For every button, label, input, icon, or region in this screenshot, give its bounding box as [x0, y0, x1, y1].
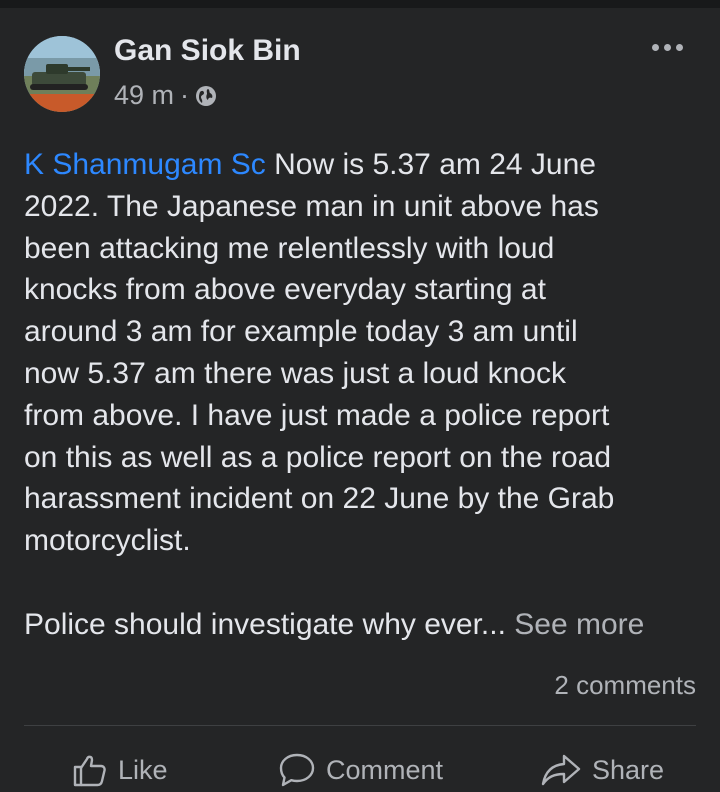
author-name[interactable]: Gan Siok Bin [114, 34, 301, 68]
post-text-line: harassment incident on 22 June by the Gr… [24, 482, 615, 516]
thumbs-up-icon [73, 755, 106, 787]
more-horizontal-icon [652, 44, 659, 51]
more-dot [676, 44, 683, 51]
comment-icon [279, 753, 315, 787]
share-button[interactable]: Share [540, 748, 664, 792]
post-meta: 49 m · [114, 80, 217, 111]
like-label: Like [118, 754, 168, 785]
post-text-line: knocks from above everyday starting at [24, 273, 546, 307]
avatar-photo [24, 36, 100, 112]
divider [24, 725, 696, 726]
avatar[interactable] [24, 36, 100, 112]
post-text-line: around 3 am for example today 3 am until [24, 315, 578, 349]
post-text: K Shanmugam Sc Now is 5.37 am 24 June 20… [24, 144, 700, 646]
post-text-line: now 5.37 am there was just a loud knock [24, 356, 566, 390]
post-text-line: Police should investigate why ever... Se… [24, 604, 700, 646]
globe-icon [196, 85, 217, 106]
top-strip [0, 0, 720, 8]
share-arrow-icon [541, 754, 581, 786]
comments-count[interactable]: 2 comments [554, 670, 696, 701]
meta-separator: · [180, 80, 190, 110]
comment-label: Comment [326, 754, 444, 785]
post-text-line: on this as well as a police report on th… [24, 440, 612, 474]
post-text-line: motorcyclist. [24, 524, 191, 558]
post-text-line: 2022. The Japanese man in unit above has [24, 189, 599, 223]
more-options-button[interactable] [652, 44, 683, 51]
comment-button[interactable]: Comment [278, 748, 443, 792]
post-text-line: been attacking me relentlessly with loud [24, 231, 555, 265]
post-time[interactable]: 49 m [114, 80, 174, 111]
post-text-fragment: Now is 5.37 am 24 June [265, 148, 596, 181]
post-text-line: K Shanmugam Sc Now is 5.37 am 24 June [24, 144, 700, 186]
post-card: Gan Siok Bin 49 m · K Shanmugam Sc Now i… [0, 8, 720, 791]
share-label: Share [592, 754, 665, 785]
mention-link[interactable]: K Shanmugam Sc [24, 148, 266, 181]
post-text-line: from above. I have just made a police re… [24, 398, 610, 432]
more-dot [664, 44, 671, 51]
see-more-link[interactable]: See more [514, 608, 644, 641]
truncated-text: Police should investigate why ever... [24, 607, 515, 641]
like-button[interactable]: Like [72, 748, 168, 792]
action-bar: Like Comment Share [0, 748, 720, 792]
